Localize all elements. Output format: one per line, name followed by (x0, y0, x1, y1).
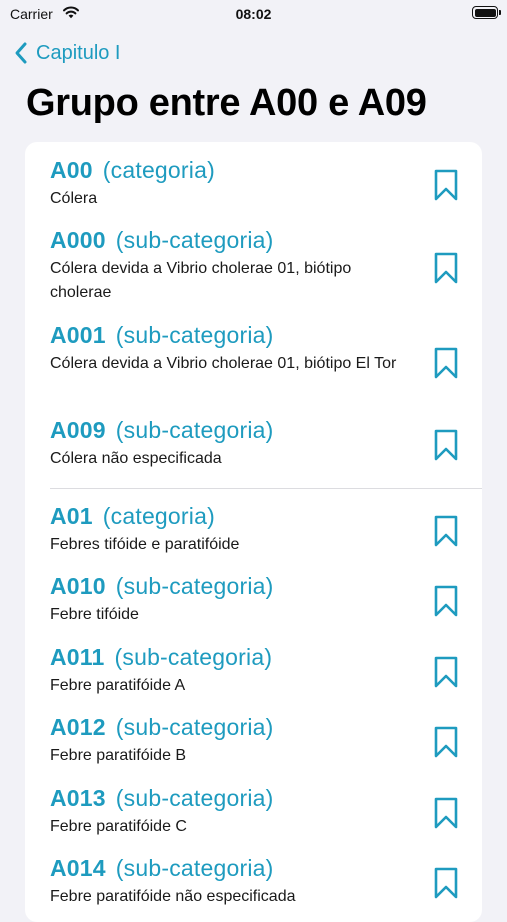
list-item[interactable]: A011 (sub-categoria) Febre paratifóide A (25, 644, 482, 714)
item-description: Cólera não especificada (50, 450, 222, 467)
item-description: Febre paratifóide B (50, 747, 187, 764)
item-description: Cólera (50, 190, 98, 207)
item-code: A012 (sub-categoria) (50, 714, 274, 740)
clock: 08:02 (235, 6, 272, 22)
list-item[interactable]: A001 (sub-categoria) Cólera devida a Vibr… (25, 322, 482, 417)
status-bar: Carrier 08:02 (0, 0, 507, 30)
bookmark-icon[interactable] (434, 867, 458, 899)
item-description: Febres tifóide e paratifóide (50, 536, 240, 553)
bookmark-icon[interactable] (434, 585, 458, 617)
item-description: Cólera devida a Vibrio cholerae 01, biót… (50, 260, 352, 301)
item-type: (categoria) (102, 503, 215, 529)
bookmark-icon[interactable] (434, 429, 458, 461)
item-code: A009 (sub-categoria) (50, 417, 274, 443)
item-code: A011 (sub-categoria) (50, 644, 273, 670)
bookmark-icon[interactable] (434, 515, 458, 547)
item-type: (sub-categoria) (115, 855, 274, 881)
list-item[interactable]: A009 (sub-categoria) Cólera não especific… (25, 417, 482, 487)
list-item[interactable]: A010 (sub-categoria) Febre tifóide (25, 573, 482, 643)
list-item[interactable]: A013 (sub-categoria) Febre paratifóide C (25, 785, 482, 855)
item-description: Febre paratifóide A (50, 677, 186, 694)
bookmark-icon[interactable] (434, 797, 458, 829)
item-description: Cólera devida a Vibrio cholerae 01, biót… (50, 355, 397, 372)
item-description: Febre paratifóide C (50, 818, 187, 835)
item-type: (sub-categoria) (115, 322, 274, 348)
item-type: (sub-categoria) (115, 573, 274, 599)
section-divider (50, 488, 482, 489)
item-code: A001 (sub-categoria) (50, 322, 274, 348)
list-item[interactable]: A01 (categoria) Febres tifóide e paratifó… (25, 503, 482, 573)
bookmark-icon[interactable] (434, 656, 458, 688)
item-type: (categoria) (102, 157, 215, 183)
item-description: Febre tifóide (50, 606, 139, 623)
item-type: (sub-categoria) (115, 714, 274, 740)
page-title: Grupo entre A00 e A09 (26, 82, 427, 124)
bookmark-icon[interactable] (434, 347, 458, 379)
item-type: (sub-categoria) (115, 417, 274, 443)
item-code: A013 (sub-categoria) (50, 785, 274, 811)
item-code: A01 (categoria) (50, 503, 215, 529)
list-item[interactable]: A000 (sub-categoria) Cólera devida a Vibr… (25, 227, 482, 322)
item-type: (sub-categoria) (115, 227, 274, 253)
list-item[interactable]: A014 (sub-categoria) Febre paratifóide nã… (25, 855, 482, 922)
code-list: A00 (categoria) Cólera A000 (sub-categoria… (25, 142, 482, 922)
item-type: (sub-categoria) (114, 644, 273, 670)
battery-icon (472, 6, 501, 19)
bookmark-icon[interactable] (434, 252, 458, 284)
list-item[interactable]: A00 (categoria) Cólera (25, 157, 482, 227)
back-button-label: Capitulo I (36, 41, 121, 64)
bookmark-icon[interactable] (434, 726, 458, 758)
chevron-left-icon (15, 42, 27, 64)
list-item[interactable]: A012 (sub-categoria) Febre paratifóide B (25, 714, 482, 784)
item-code: A000 (sub-categoria) (50, 227, 274, 253)
item-description: Febre paratifóide não especificada (50, 888, 296, 905)
item-type: (sub-categoria) (115, 785, 274, 811)
item-code: A010 (sub-categoria) (50, 573, 274, 599)
bookmark-icon[interactable] (434, 169, 458, 201)
item-code: A00 (categoria) (50, 157, 215, 183)
item-code: A014 (sub-categoria) (50, 855, 274, 881)
back-button[interactable]: Capitulo I (14, 38, 121, 68)
